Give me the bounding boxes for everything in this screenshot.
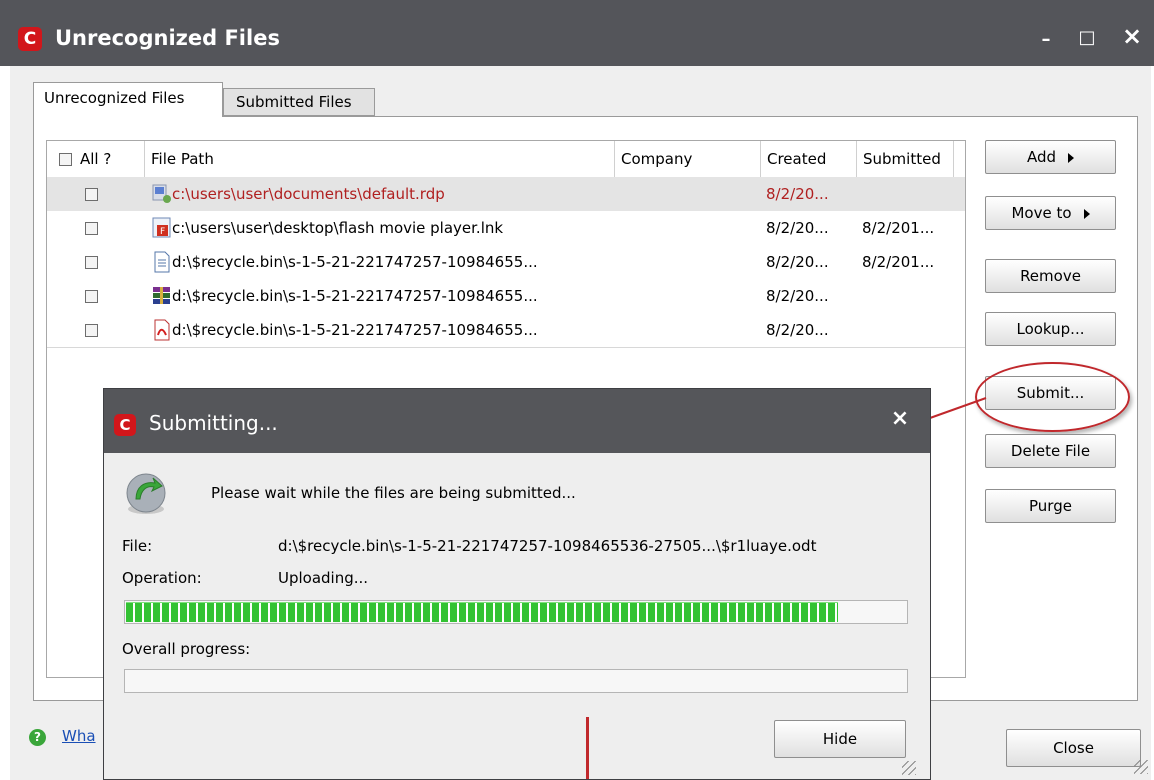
submitted-date: 8/2/201... [862,219,935,237]
list-header: All ? File Path Company Created Submitte… [47,141,965,178]
row-checkbox[interactable] [85,222,98,235]
tab-unrecognized-files[interactable]: Unrecognized Files [33,82,223,117]
archive-icon [153,287,170,304]
submitting-dialog: C Submitting... × Please wait while the … [103,388,931,780]
comodo-logo-icon: C [114,414,136,436]
created-date: 8/2/20... [766,219,829,237]
row-checkbox[interactable] [85,290,98,303]
purge-button[interactable]: Purge [985,489,1116,523]
dialog-title: Submitting... [149,411,278,435]
dialog-titlebar: C Submitting... × [104,389,930,453]
maximize-icon[interactable]: □ [1077,28,1097,48]
lookup-button[interactable]: Lookup... [985,312,1116,346]
minimize-icon[interactable]: – [1036,30,1056,50]
tab-submitted-files[interactable]: Submitted Files [223,88,375,116]
upload-progress-bar [124,600,908,624]
text-document-icon [154,251,170,273]
file-value: d:\$recycle.bin\s-1-5-21-221747257-10984… [278,537,817,555]
flash-file-icon: F [152,217,171,238]
created-date: 8/2/20... [766,287,829,305]
submitted-date: 8/2/201... [862,253,935,271]
help-link[interactable]: Wha [62,727,96,745]
overall-progress-bar [124,669,908,693]
svg-text:F: F [160,227,165,237]
delete-file-button[interactable]: Delete File [985,434,1116,468]
column-all[interactable]: All ? [80,141,111,177]
table-row[interactable]: d:\$recycle.bin\s-1-5-21-221747257-10984… [47,279,965,313]
resize-grip-icon[interactable] [1134,760,1148,774]
file-path: c:\users\user\documents\default.rdp [172,185,445,203]
add-label: Add [1026,148,1057,166]
row-checkbox[interactable] [85,188,98,201]
file-path: d:\$recycle.bin\s-1-5-21-221747257-10984… [172,321,538,339]
dialog-resize-grip-icon[interactable] [902,761,916,775]
table-row[interactable]: d:\$recycle.bin\s-1-5-21-221747257-10984… [47,245,965,279]
file-path: d:\$recycle.bin\s-1-5-21-221747257-10984… [172,287,538,305]
table-row[interactable]: d:\$recycle.bin\s-1-5-21-221747257-10984… [47,313,965,347]
row-checkbox[interactable] [85,324,98,337]
close-icon[interactable]: × [1121,24,1143,48]
window-titlebar: C Unrecognized Files – □ × [0,0,1154,66]
upload-progress-fill [126,602,838,622]
annotation-marker [586,717,589,779]
row-checkbox[interactable] [85,256,98,269]
submenu-arrow-icon [1068,152,1075,163]
add-button[interactable]: Add [985,140,1116,174]
column-created[interactable]: Created [760,141,856,177]
select-all-checkbox[interactable] [59,153,72,166]
overall-progress-label: Overall progress: [122,640,251,658]
upload-globe-icon [126,473,166,514]
rdp-file-icon [152,184,171,203]
created-date: 8/2/20... [766,185,829,203]
dialog-message: Please wait while the files are being su… [211,484,576,502]
file-label: File: [122,537,153,555]
column-submitted[interactable]: Submitted [856,141,954,177]
column-file-path[interactable]: File Path [144,141,614,177]
column-company[interactable]: Company [614,141,760,177]
comodo-logo-icon: C [18,27,42,51]
close-button[interactable]: Close [1006,729,1141,767]
submenu-arrow-icon [1083,208,1090,219]
remove-button[interactable]: Remove [985,259,1116,293]
operation-value: Uploading... [278,569,369,587]
created-date: 8/2/20... [766,321,829,339]
list-divider [47,347,965,348]
file-path: c:\users\user\desktop\flash movie player… [172,219,504,237]
move-to-label: Move to [1011,204,1072,222]
dialog-close-icon[interactable]: × [890,408,910,430]
help-icon[interactable]: ? [29,729,46,746]
highlight-ellipse [975,362,1130,432]
pdf-icon [154,319,170,341]
move-to-button[interactable]: Move to [985,196,1116,230]
window-title: Unrecognized Files [55,26,280,50]
table-row[interactable]: c:\users\user\documents\default.rdp 8/2/… [47,177,965,211]
operation-label: Operation: [122,569,202,587]
table-row[interactable]: F c:\users\user\desktop\flash movie play… [47,211,965,245]
file-path: d:\$recycle.bin\s-1-5-21-221747257-10984… [172,253,538,271]
created-date: 8/2/20... [766,253,829,271]
hide-button[interactable]: Hide [774,720,906,758]
